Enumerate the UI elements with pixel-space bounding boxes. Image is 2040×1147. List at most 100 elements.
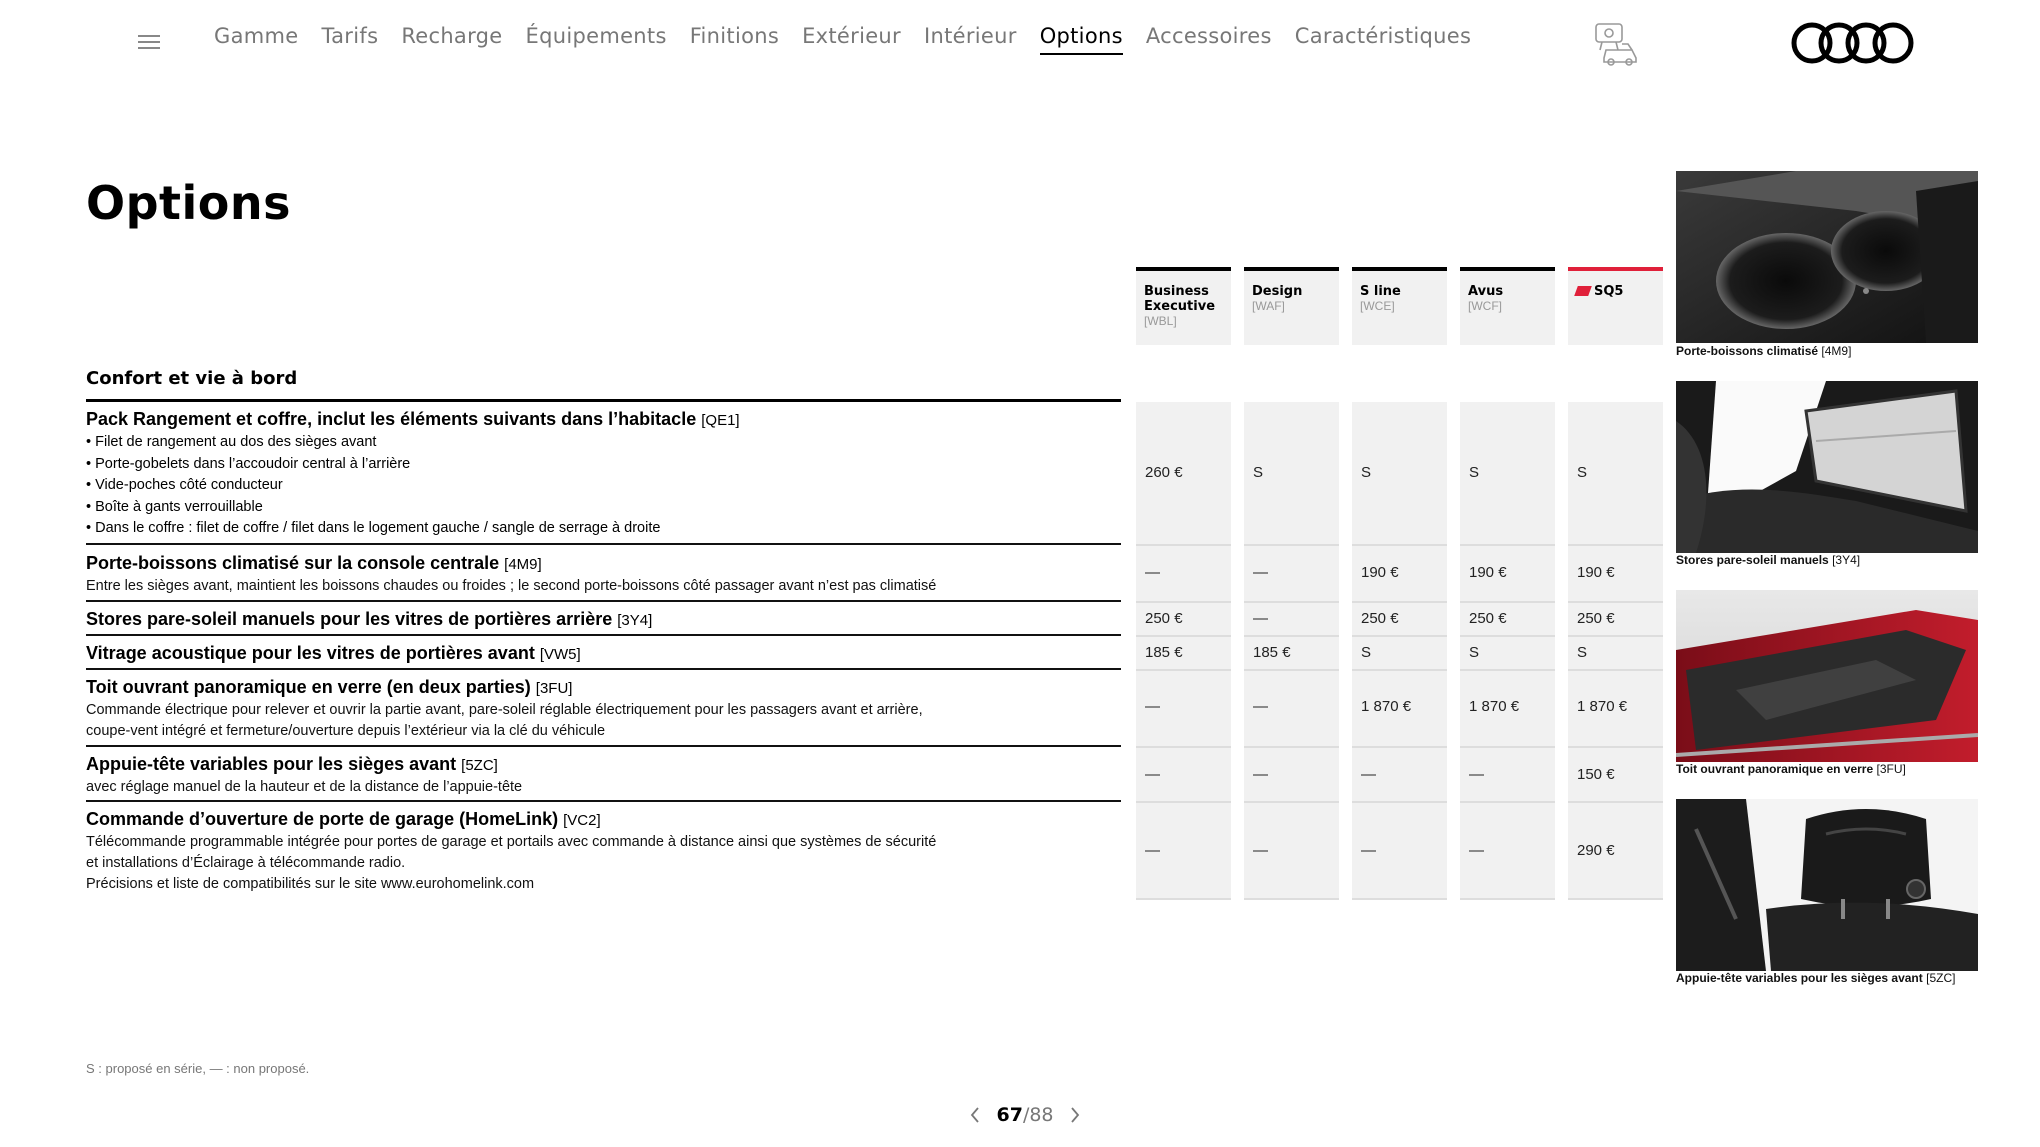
table-cell: — [1361,766,1376,783]
nav-item-finitions[interactable]: Finitions [690,24,779,55]
table-cell: 260 € [1145,464,1183,481]
list-item: Vide-poches côté conducteur [86,475,1121,497]
column-header-design: Design [WAF] [1244,267,1339,345]
table-row: Vitrage acoustique pour les vitres de po… [86,642,1121,670]
caption-text: Toit ouvrant panoramique en verre [1676,762,1874,776]
section-title: Confort et vie à bord [86,368,298,389]
table-cell: 190 € [1469,564,1507,581]
row-code: [3Y4] [617,612,653,629]
row-title: Commande d’ouverture de porte de garage … [86,808,1121,832]
table-cell: 250 € [1469,610,1507,627]
page-title: Options [86,176,292,230]
nav-item-options[interactable]: Options [1039,24,1123,55]
column-name: SQ5 [1574,284,1655,299]
headrest-photo [1676,799,1978,971]
audi-logo [1790,20,1916,66]
nav-item-tarifs[interactable]: Tarifs [321,24,378,55]
nav-item-accessoires[interactable]: Accessoires [1146,24,1272,55]
table-cell: 185 € [1253,644,1291,661]
photo-caption: Toit ouvrant panoramique en verre [3FU] [1676,762,1906,776]
table-row: Toit ouvrant panoramique en verre (en de… [86,676,1121,747]
column-name: Business Executive [1144,284,1216,314]
nav-item-gamme[interactable]: Gamme [214,24,298,55]
table-cell: S [1361,644,1372,661]
caption-code: [5ZC] [1926,971,1956,985]
list-item: Dans le coffre : filet de coffre / filet… [86,518,1121,540]
table-cell: — [1361,842,1376,859]
column-header-business-executive: Business Executive [WBL] [1136,267,1231,345]
column-code: [WBL] [1144,314,1177,328]
row-code: [5ZC] [461,757,498,774]
sunblind-photo [1676,381,1978,553]
table-cell: 1 870 € [1577,698,1628,715]
table-cell: — [1145,766,1160,783]
row-title-text: Appuie-tête variables pour les sièges av… [86,754,457,774]
table-cell: — [1145,698,1160,715]
table-cell: 250 € [1145,610,1183,627]
caption-text: Stores pare-soleil manuels [1676,553,1829,567]
table-cell: S [1469,644,1480,661]
sunroof-photo [1676,590,1978,762]
row-code: [3FU] [535,680,573,697]
footnote: S : proposé en série, — : non proposé. [86,1061,310,1076]
nav-item-interieur[interactable]: Intérieur [924,24,1017,55]
table-cell: — [1469,842,1484,859]
row-code: [4M9] [504,556,542,573]
photo-caption: Stores pare-soleil manuels [3Y4] [1676,553,1860,567]
top-navigation: Gamme Tarifs Recharge Équipements Finiti… [0,0,2040,84]
table-cell: — [1253,610,1268,627]
row-title-text: Commande d’ouverture de porte de garage … [86,809,559,829]
s-badge-icon [1574,286,1592,296]
chevron-left-icon [971,1107,980,1123]
table-cell: S [1361,464,1372,481]
table-cell: S [1577,464,1588,481]
caption-code: [3FU] [1876,762,1906,776]
row-title-text: Vitrage acoustique pour les vitres de po… [86,643,535,663]
next-page-button[interactable] [1064,1104,1086,1126]
previous-page-button[interactable] [964,1104,986,1126]
page-indicator: 67/88 [996,1104,1053,1126]
hamburger-menu-icon[interactable] [138,35,160,49]
table-row: Stores pare-soleil manuels pour les vitr… [86,608,1121,636]
list-item: Boîte à gants verrouillable [86,497,1121,519]
nav-item-recharge[interactable]: Recharge [401,24,502,55]
list-item: Porte-gobelets dans l’accoudoir central … [86,454,1121,476]
cupholder-photo [1676,171,1978,343]
row-title: Stores pare-soleil manuels pour les vitr… [86,608,1121,632]
column-header-avus: Avus [WCF] [1460,267,1555,345]
row-description: et installations d’Éclairage à télécomma… [86,855,406,871]
row-description: avec réglage manuel de la hauteur et de … [86,779,523,795]
row-title-text: Porte-boissons climatisé sur la console … [86,553,500,573]
caption-text: Porte-boissons climatisé [1676,344,1819,358]
row-description: Entre les sièges avant, maintient les bo… [86,578,937,594]
table-cell: — [1469,766,1484,783]
column-name-text: SQ5 [1594,284,1624,299]
nav-item-equipements[interactable]: Équipements [526,24,667,55]
table-cell: 250 € [1577,610,1615,627]
table-cell: 1 870 € [1469,698,1520,715]
nav-item-caracteristiques[interactable]: Caractéristiques [1295,24,1472,55]
column-header-s-line: S line [WCE] [1352,267,1447,345]
table-cell: 185 € [1145,644,1183,661]
row-title: Appuie-tête variables pour les sièges av… [86,753,1121,777]
row-description: Précisions et liste de compatibilités su… [86,876,535,892]
car-configurator-icon[interactable] [1592,20,1642,66]
column-name: Design [1252,284,1303,299]
row-title-text: Pack Rangement et coffre, inclut les élé… [86,409,697,429]
row-code: [VC2] [563,812,601,829]
pagination: 67/88 [955,1100,1095,1130]
total-pages: /88 [1022,1104,1054,1126]
section-divider [86,399,1121,402]
nav-items: Gamme Tarifs Recharge Équipements Finiti… [214,24,1471,55]
table-row: Commande d’ouverture de porte de garage … [86,808,1121,898]
table-cell: 190 € [1361,564,1399,581]
column-code: [WCF] [1468,299,1502,313]
row-title: Pack Rangement et coffre, inclut les élé… [86,408,1121,432]
column-header-sq5: SQ5 [1568,267,1663,345]
row-code: [VW5] [539,646,581,663]
table-row: Appuie-tête variables pour les sièges av… [86,753,1121,802]
nav-item-exterieur[interactable]: Extérieur [802,24,901,55]
current-page: 67 [996,1104,1023,1126]
row-code: [QE1] [701,412,740,429]
row-bullets: Filet de rangement au dos des sièges ava… [86,432,1121,540]
